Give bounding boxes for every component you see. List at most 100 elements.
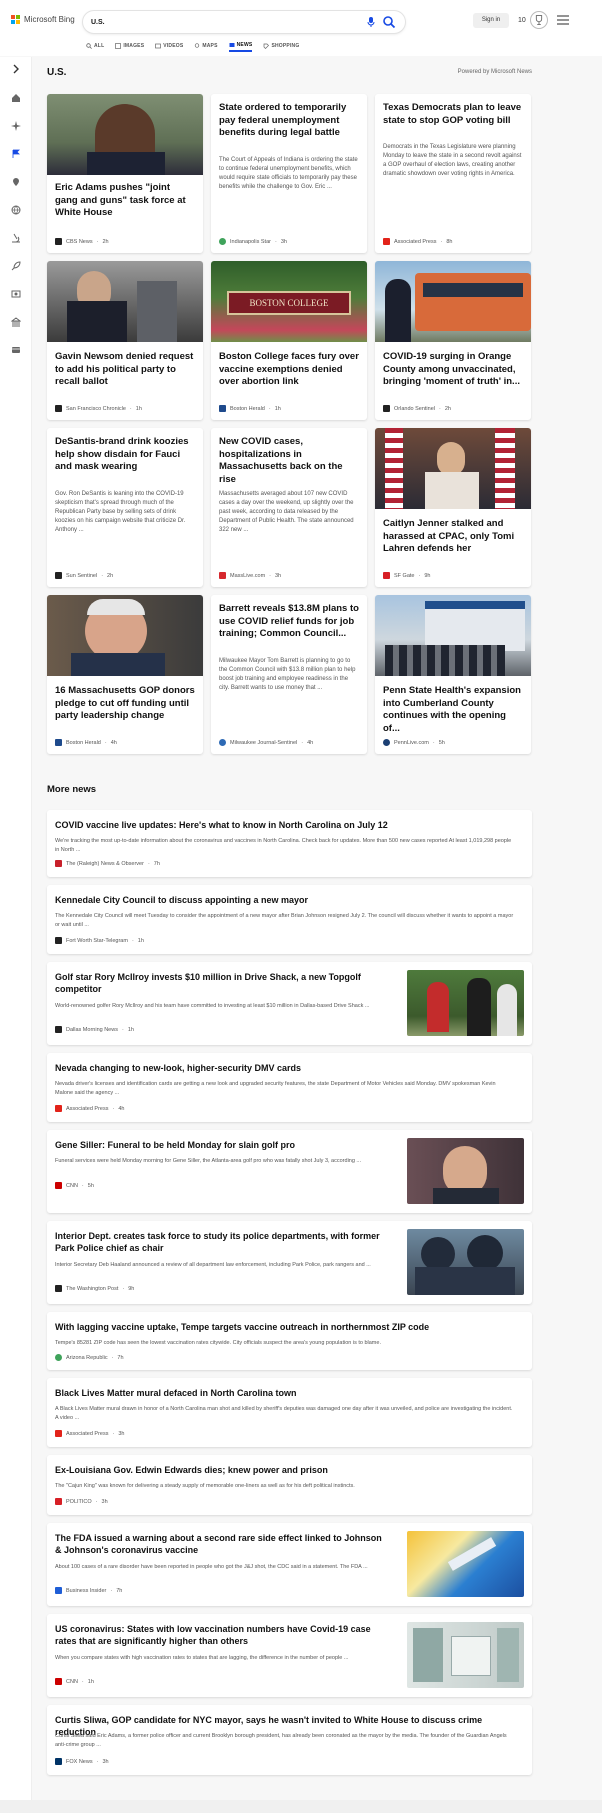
news-card-source: San Francisco Chronicle · 1h <box>55 405 142 412</box>
publisher-logo-icon <box>219 572 226 579</box>
boston-college-sign: BOSTON COLLEGE <box>227 291 351 315</box>
news-card[interactable]: DeSantis-brand drink koozies help show d… <box>47 428 203 587</box>
more-news-item[interactable]: Interior Dept. creates task force to stu… <box>47 1221 532 1304</box>
publisher-logo-icon <box>55 1026 62 1033</box>
sidebar-item-money[interactable] <box>9 343 23 357</box>
news-card-title[interactable]: Boston College faces fury over vaccine e… <box>211 351 367 389</box>
news-card-title[interactable]: New COVID cases, hospitalizations in Mas… <box>211 436 367 486</box>
news-card[interactable]: Penn State Health's expansion into Cumbe… <box>375 595 531 754</box>
news-card[interactable]: 16 Massachusetts GOP donors pledge to cu… <box>47 595 203 754</box>
news-card-source: Sun Sentinel · 2h <box>55 572 113 579</box>
news-item-title[interactable]: Ex-Louisiana Gov. Edwin Edwards dies; kn… <box>55 1464 515 1476</box>
sidebar-item-trending[interactable] <box>9 119 23 133</box>
hamburger-menu-icon[interactable] <box>557 15 569 25</box>
microphone-icon[interactable] <box>364 16 378 28</box>
more-news-item[interactable]: The FDA issued a warning about a second … <box>47 1523 532 1606</box>
news-item-thumbnail <box>407 970 524 1036</box>
tab-shopping[interactable]: SHOPPING <box>263 40 299 52</box>
news-card[interactable]: Barrett reveals $13.8M plans to use COVI… <box>211 595 367 754</box>
news-card-snippet: Democrats in the Texas Legislature were … <box>383 144 522 177</box>
more-news-item[interactable]: Gene Siller: Funeral to be held Monday f… <box>47 1130 532 1213</box>
more-news-item[interactable]: COVID vaccine live updates: Here's what … <box>47 810 532 877</box>
more-news-item[interactable]: With lagging vaccine uptake, Tempe targe… <box>47 1312 532 1370</box>
news-card[interactable]: State ordered to temporarily pay federal… <box>211 94 367 253</box>
more-news-item[interactable]: Nevada changing to new-look, higher-secu… <box>47 1053 532 1122</box>
news-card-title[interactable]: Caitlyn Jenner stalked and harassed at C… <box>375 518 531 556</box>
news-card-source: SF Gate · 9h <box>383 572 430 579</box>
news-item-title[interactable]: Golf star Rory McIlroy invests $10 milli… <box>55 971 385 995</box>
location-pin-icon <box>13 178 19 186</box>
sidebar-item-technology[interactable] <box>9 259 23 273</box>
news-item-snippet: Funeral services were held Monday mornin… <box>55 1158 362 1164</box>
more-news-item[interactable]: Curtis Sliwa, GOP candidate for NYC mayo… <box>47 1705 532 1775</box>
news-card[interactable]: Gavin Newsom denied request to add his p… <box>47 261 203 420</box>
tab-maps[interactable]: MAPS <box>194 40 217 52</box>
news-item-title[interactable]: Black Lives Matter mural defaced in Nort… <box>55 1387 515 1399</box>
more-news-item[interactable]: Kennedale City Council to discuss appoin… <box>47 885 532 954</box>
news-card-title[interactable]: Texas Democrats plan to leave state to s… <box>375 102 531 127</box>
news-item-snippet: We're tracking the most up-to-date infor… <box>55 838 512 853</box>
news-card[interactable]: Caitlyn Jenner stalked and harassed at C… <box>375 428 531 587</box>
news-card-title[interactable]: Barrett reveals $13.8M plans to use COVI… <box>211 603 367 641</box>
news-item-snippet: World-renowned golfer Rory McIlroy and h… <box>55 1003 370 1009</box>
news-card-snippet: Milwaukee Mayor Tom Barrett is planning … <box>219 658 356 691</box>
news-item-title[interactable]: The FDA issued a warning about a second … <box>55 1532 385 1556</box>
sidebar-item-politics[interactable] <box>9 315 23 329</box>
news-card-title[interactable]: Eric Adams pushes "joint gang and guns" … <box>47 182 203 220</box>
news-item-title[interactable]: COVID vaccine live updates: Here's what … <box>55 819 515 831</box>
sidebar-item-us[interactable] <box>9 147 23 161</box>
publisher-logo-icon <box>55 1587 62 1594</box>
tab-images[interactable]: IMAGES <box>115 40 144 52</box>
more-news-item[interactable]: Golf star Rory McIlroy invests $10 milli… <box>47 962 532 1045</box>
sidebar-item-entertainment[interactable] <box>9 287 23 301</box>
sidebar-item-world[interactable] <box>9 203 23 217</box>
more-news-item[interactable]: Ex-Louisiana Gov. Edwin Edwards dies; kn… <box>47 1455 532 1515</box>
publisher-logo-icon <box>383 238 390 245</box>
news-card[interactable]: Texas Democrats plan to leave state to s… <box>375 94 531 253</box>
sidebar-item-science[interactable] <box>9 231 23 245</box>
more-news-item[interactable]: Black Lives Matter mural defaced in Nort… <box>47 1378 532 1447</box>
news-card[interactable]: BOSTON COLLEGE Boston College faces fury… <box>211 261 367 420</box>
news-item-snippet: Nevada driver's licenses and identificat… <box>55 1081 496 1096</box>
news-item-title[interactable]: Kennedale City Council to discuss appoin… <box>55 894 515 906</box>
search-box[interactable] <box>83 11 405 33</box>
search-input[interactable] <box>91 14 331 30</box>
news-card-image <box>375 261 531 342</box>
search-icon[interactable] <box>382 15 396 29</box>
news-item-source: FOX News · 3h <box>55 1758 109 1765</box>
news-item-title[interactable]: Interior Dept. creates task force to stu… <box>55 1230 385 1254</box>
news-item-title[interactable]: Nevada changing to new-look, higher-secu… <box>55 1062 515 1074</box>
chevron-right-icon <box>13 64 19 74</box>
rewards-count[interactable]: 10 <box>518 13 526 28</box>
tab-all[interactable]: ALL <box>86 40 104 52</box>
search-icon <box>86 43 92 49</box>
news-item-title[interactable]: With lagging vaccine uptake, Tempe targe… <box>55 1321 515 1333</box>
tab-news[interactable]: NEWS <box>228 40 253 52</box>
rewards-trophy-icon[interactable] <box>530 11 548 29</box>
news-card[interactable]: New COVID cases, hospitalizations in Mas… <box>211 428 367 587</box>
news-card-image <box>375 595 531 676</box>
news-item-title[interactable]: US coronavirus: States with low vaccinat… <box>55 1623 385 1647</box>
news-item-snippet: A Black Lives Matter mural drawn in hono… <box>55 1406 513 1421</box>
news-card[interactable]: Eric Adams pushes "joint gang and guns" … <box>47 94 203 253</box>
news-item-title[interactable]: Gene Siller: Funeral to be held Monday f… <box>55 1139 385 1151</box>
tab-videos[interactable]: VIDEOS <box>155 40 183 52</box>
news-card-title[interactable]: Gavin Newsom denied request to add his p… <box>47 351 203 389</box>
publisher-logo-icon <box>55 1678 62 1685</box>
sidebar-item-home[interactable] <box>9 91 23 105</box>
news-card-title[interactable]: DeSantis-brand drink koozies help show d… <box>47 436 203 474</box>
news-card-title[interactable]: 16 Massachusetts GOP donors pledge to cu… <box>47 685 203 723</box>
publisher-logo-icon <box>55 1498 62 1505</box>
more-news-item[interactable]: US coronavirus: States with low vaccinat… <box>47 1614 532 1697</box>
news-card-title[interactable]: Penn State Health's expansion into Cumbe… <box>375 685 531 735</box>
bing-logo[interactable]: Microsoft Bing <box>11 15 75 24</box>
news-card[interactable]: COVID-19 surging in Orange County among … <box>375 261 531 420</box>
news-card-title[interactable]: State ordered to temporarily pay federal… <box>211 102 367 140</box>
publisher-logo-icon <box>55 937 62 944</box>
news-item-source: Arizona Republic · 7h <box>55 1354 124 1361</box>
news-card-title[interactable]: COVID-19 surging in Orange County among … <box>375 351 531 389</box>
sidebar-item-local[interactable] <box>9 175 23 189</box>
home-icon <box>12 94 20 102</box>
sign-in-button[interactable]: Sign in <box>473 13 509 28</box>
expand-sidebar-button[interactable] <box>9 62 23 76</box>
